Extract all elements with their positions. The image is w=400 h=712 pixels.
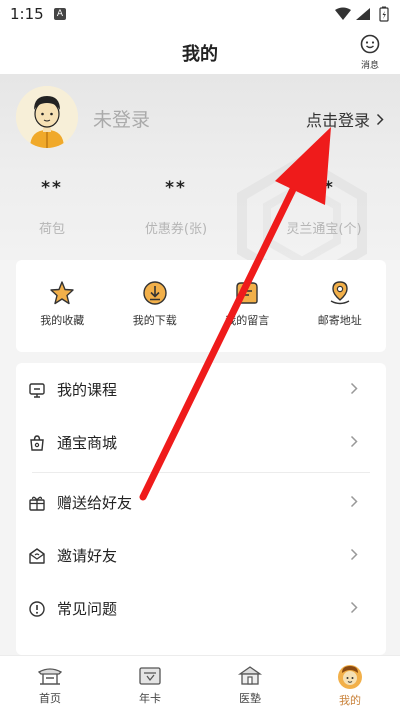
course-icon (29, 382, 45, 398)
chevron-right-icon (350, 548, 358, 561)
menu-list: 我的课程 通宝商城 赠送给好友 邀请好友 常见问题 (16, 363, 386, 655)
stat-value: ** (313, 178, 335, 198)
shortcut-label: 我的收藏 (40, 314, 85, 327)
stat-coupons[interactable]: ** 优惠券(张) (111, 178, 241, 237)
mine-avatar-icon (338, 665, 362, 689)
system-status-icons (335, 6, 389, 22)
menu-item-label: 常见问题 (57, 600, 118, 618)
message-icon (236, 282, 258, 304)
status-bar: 1:15 A (0, 0, 400, 28)
chevron-right-icon (350, 601, 358, 614)
school-house-icon (237, 666, 263, 685)
invite-envelope-icon (29, 547, 45, 564)
tab-annual-card[interactable]: 年卡 (100, 656, 200, 712)
chevron-right-icon (376, 113, 384, 125)
menu-item-label: 邀请好友 (57, 547, 118, 565)
stat-tongbao[interactable]: ** 灵兰通宝(个) (259, 178, 389, 237)
chevron-right-icon (350, 435, 358, 448)
shortcut-label: 邮寄地址 (317, 314, 362, 327)
menu-item-invite-friends[interactable]: 邀请好友 (16, 529, 386, 582)
shortcut-downloads[interactable]: 我的下载 (109, 260, 202, 352)
menu-item-gift-friends[interactable]: 赠送给好友 (16, 476, 386, 529)
gift-icon (29, 496, 45, 511)
menu-item-my-courses[interactable]: 我的课程 (16, 363, 386, 416)
location-pin-icon (330, 281, 350, 305)
menu-item-faq[interactable]: 常见问题 (16, 582, 386, 635)
faq-icon (29, 600, 45, 617)
menu-item-tongbao-shop[interactable]: 通宝商城 (16, 416, 386, 469)
chevron-right-icon (350, 495, 358, 508)
stat-value: ** (165, 178, 187, 198)
tab-label: 医塾 (239, 692, 261, 705)
tab-label: 首页 (39, 692, 61, 705)
shortcuts-card: 我的收藏 我的下载 我的留言 邮寄地址 (16, 260, 386, 352)
shortcut-favorites[interactable]: 我的收藏 (16, 260, 109, 352)
card-icon (139, 667, 161, 685)
tab-mine[interactable]: 我的 (300, 656, 400, 712)
profile-header: 未登录 点击登录 ** 荷包 ** 优惠券(张) ** 灵兰通宝(个) (0, 74, 400, 260)
stat-label: 灵兰通宝(个) (286, 222, 362, 237)
notification-a-icon: A (54, 8, 66, 20)
tab-label: 我的 (339, 694, 361, 707)
menu-divider (32, 472, 370, 473)
messages-label: 消息 (360, 61, 379, 71)
shortcut-messages[interactable]: 我的留言 (201, 260, 294, 352)
pavilion-home-icon (37, 668, 63, 685)
login-status: 未登录 (93, 109, 151, 131)
shop-bag-icon (30, 434, 44, 451)
bottom-tab-bar: 首页 年卡 医塾 我的 (0, 655, 400, 712)
star-icon (50, 281, 74, 305)
shortcut-address[interactable]: 邮寄地址 (294, 260, 387, 352)
messages-button[interactable]: 消息 (356, 34, 384, 71)
top-bar: 我的 消息 (0, 28, 400, 74)
smile-chat-icon (360, 34, 380, 54)
menu-item-label: 赠送给好友 (57, 494, 133, 512)
shortcut-label: 我的留言 (225, 314, 270, 327)
page-title: 我的 (182, 44, 218, 65)
tab-home[interactable]: 首页 (0, 656, 100, 712)
stat-label: 荷包 (38, 222, 65, 237)
stat-value: ** (41, 178, 63, 198)
avatar-boy-icon (16, 86, 78, 148)
menu-item-label: 我的课程 (57, 381, 118, 399)
stat-wallet[interactable]: ** 荷包 (0, 178, 117, 237)
avatar[interactable] (16, 86, 78, 148)
chevron-right-icon (350, 382, 358, 395)
login-link-label: 点击登录 (305, 111, 370, 130)
download-icon (143, 281, 167, 305)
login-link[interactable]: 点击登录 (306, 107, 384, 131)
tab-label: 年卡 (139, 692, 161, 705)
shortcut-label: 我的下载 (132, 314, 177, 327)
tab-academy[interactable]: 医塾 (200, 656, 300, 712)
stat-label: 优惠券(张) (144, 222, 208, 237)
menu-item-label: 通宝商城 (57, 434, 118, 452)
status-time: 1:15 (10, 5, 44, 23)
